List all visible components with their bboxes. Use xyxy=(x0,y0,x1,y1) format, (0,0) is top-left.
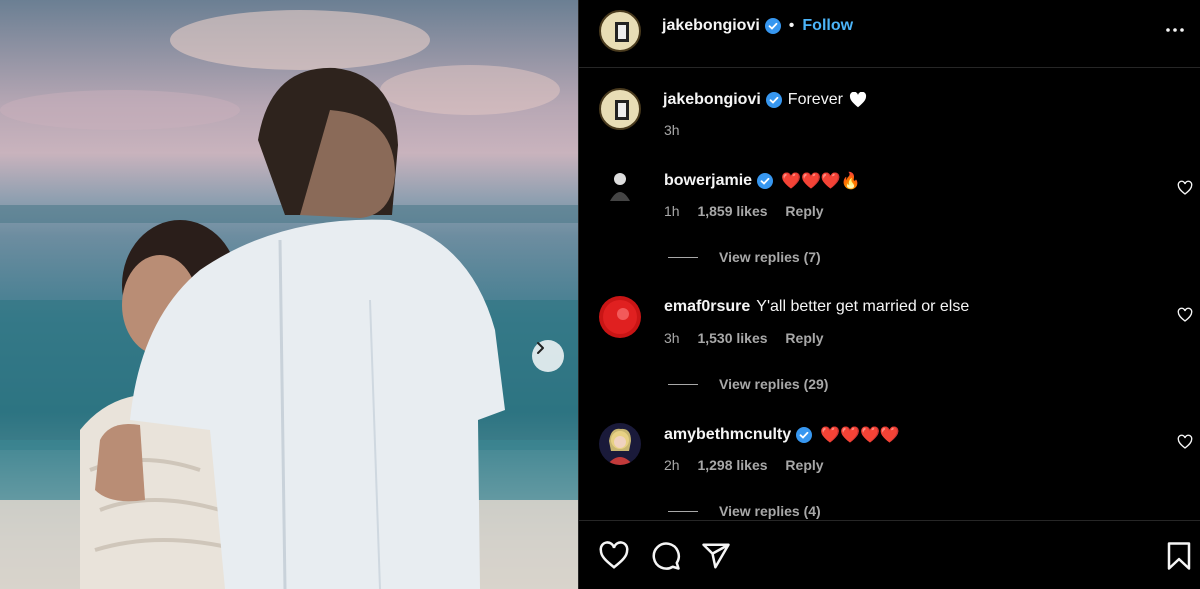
chevron-right-icon xyxy=(537,342,544,354)
post-header: jakebongiovi • Follow xyxy=(579,0,1200,68)
heart-icon[interactable] xyxy=(599,541,629,571)
verified-badge-icon xyxy=(796,427,813,443)
caption-meta: 3h xyxy=(664,122,694,138)
share-icon[interactable] xyxy=(701,541,731,571)
replies-divider xyxy=(668,383,698,385)
caption-text: Forever xyxy=(787,91,843,108)
more-options-icon[interactable] xyxy=(1163,18,1187,42)
comment-likes[interactable]: 1,530 likes xyxy=(697,330,767,346)
comment-text: Y'all better get married or else xyxy=(756,298,970,315)
post-photo[interactable] xyxy=(0,0,578,589)
avatar-image xyxy=(615,22,629,42)
view-replies-label: View replies (4) xyxy=(719,503,821,519)
avatar-image xyxy=(607,428,633,465)
comment-row: amybethmcnulty ❤️❤️❤️❤️ 2h 1,298 likes R… xyxy=(579,417,1200,520)
comment-likes[interactable]: 1,859 likes xyxy=(697,203,767,219)
comment-likes[interactable]: 1,298 likes xyxy=(697,457,767,473)
caption-username[interactable]: jakebongiovi xyxy=(663,91,761,109)
view-replies-button[interactable]: View replies (29) xyxy=(668,376,828,392)
post-actions xyxy=(579,520,1200,589)
post-panel: jakebongiovi • Follow jakebongiovi Forev… xyxy=(578,0,1200,589)
comment-username[interactable]: bowerjamie xyxy=(664,172,752,190)
avatar-image xyxy=(615,100,629,120)
comment-icon[interactable] xyxy=(651,541,681,571)
avatar-image xyxy=(610,173,630,201)
comments-list[interactable]: jakebongiovi Forever 3h bowerjamie ❤️❤️❤… xyxy=(579,68,1200,520)
verified-badge-icon xyxy=(757,173,774,189)
comment-like-heart-icon[interactable] xyxy=(1177,434,1193,450)
commenter-avatar[interactable] xyxy=(599,296,641,338)
commenter-avatar[interactable] xyxy=(599,165,641,207)
comment-username[interactable]: emaf0rsure xyxy=(664,298,750,316)
comment-time: 1h xyxy=(664,203,680,219)
comment-meta: 3h 1,530 likes Reply xyxy=(664,330,838,346)
author-avatar[interactable] xyxy=(599,10,641,52)
dot-separator: • xyxy=(788,17,795,34)
comment-row: emaf0rsure Y'all better get married or e… xyxy=(579,290,1200,410)
white-heart-icon xyxy=(849,92,866,108)
author-username[interactable]: jakebongiovi xyxy=(662,17,760,35)
avatar-image xyxy=(603,300,637,334)
comment-time: 3h xyxy=(664,330,680,346)
bookmark-icon[interactable] xyxy=(1164,541,1194,571)
view-replies-button[interactable]: View replies (4) xyxy=(668,503,821,519)
next-photo-button[interactable] xyxy=(532,340,564,372)
reply-button[interactable]: Reply xyxy=(785,457,823,473)
caption-author-avatar[interactable] xyxy=(599,88,641,130)
comment-text: ❤️❤️❤️❤️ xyxy=(820,427,900,444)
comment-meta: 2h 1,298 likes Reply xyxy=(664,457,838,473)
comment-like-heart-icon[interactable] xyxy=(1177,180,1193,196)
comment-text: ❤️❤️❤️🔥 xyxy=(781,173,861,190)
comment-username[interactable]: amybethmcnulty xyxy=(664,426,791,444)
view-replies-label: View replies (29) xyxy=(719,376,829,392)
verified-badge-icon xyxy=(765,92,782,108)
comment-row: bowerjamie ❤️❤️❤️🔥 1h 1,859 likes Reply … xyxy=(579,163,1200,283)
verified-badge-icon xyxy=(764,18,781,34)
view-replies-label: View replies (7) xyxy=(719,249,821,265)
view-replies-button[interactable]: View replies (7) xyxy=(668,249,821,265)
replies-divider xyxy=(668,510,698,512)
comment-meta: 1h 1,859 likes Reply xyxy=(664,203,838,219)
reply-button[interactable]: Reply xyxy=(785,330,823,346)
comment-like-heart-icon[interactable] xyxy=(1177,307,1193,323)
comment-time: 2h xyxy=(664,457,680,473)
caption-time: 3h xyxy=(664,122,680,138)
photo-illustration xyxy=(0,10,578,589)
commenter-avatar[interactable] xyxy=(599,423,641,465)
reply-button[interactable]: Reply xyxy=(785,203,823,219)
replies-divider xyxy=(668,256,698,258)
follow-button[interactable]: Follow xyxy=(802,17,853,35)
